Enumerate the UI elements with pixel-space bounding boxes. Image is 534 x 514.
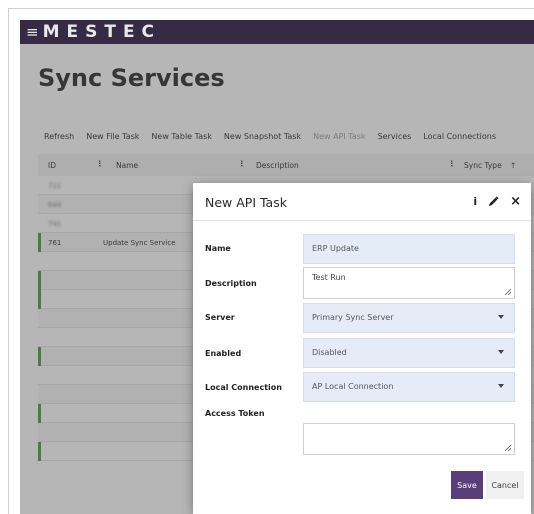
new-api-task-dialog: New API Task i × Name ERP Update Descrip… — [193, 183, 531, 514]
close-icon[interactable]: × — [510, 194, 521, 209]
server-select[interactable]: Primary Sync Server — [303, 303, 515, 333]
description-textarea[interactable]: Test Run — [303, 267, 515, 299]
chevron-down-icon — [498, 384, 504, 388]
name-label: Name — [205, 244, 231, 253]
access-token-label: Access Token — [205, 409, 265, 418]
menu-icon[interactable]: ≡ — [26, 23, 39, 41]
local-connection-select[interactable]: AP Local Connection — [303, 372, 515, 402]
top-bar: ≡ MESTEC — [20, 20, 534, 44]
resize-handle-icon[interactable] — [505, 445, 511, 451]
local-connection-label: Local Connection — [205, 383, 282, 392]
name-input[interactable]: ERP Update — [303, 234, 515, 264]
dialog-header-actions: i × — [473, 194, 521, 209]
enabled-label: Enabled — [205, 349, 242, 358]
chevron-down-icon — [498, 350, 504, 354]
resize-handle-icon[interactable] — [505, 289, 511, 295]
local-connection-value: AP Local Connection — [312, 382, 394, 391]
edit-icon[interactable] — [488, 196, 499, 207]
description-label: Description — [205, 279, 257, 288]
server-value: Primary Sync Server — [312, 313, 394, 322]
cancel-button[interactable]: Cancel — [486, 471, 524, 499]
server-label: Server — [205, 313, 235, 322]
dialog-header: New API Task i × — [193, 183, 531, 221]
dialog-title: New API Task — [205, 195, 287, 210]
info-icon[interactable]: i — [473, 195, 477, 208]
brand-logo: MESTEC — [42, 22, 162, 42]
save-button[interactable]: Save — [451, 471, 483, 499]
chevron-down-icon — [498, 315, 504, 319]
access-token-textarea[interactable] — [303, 423, 515, 455]
description-text: Test Run — [312, 273, 346, 282]
enabled-value: Disabled — [312, 348, 347, 357]
enabled-select[interactable]: Disabled — [303, 338, 515, 368]
